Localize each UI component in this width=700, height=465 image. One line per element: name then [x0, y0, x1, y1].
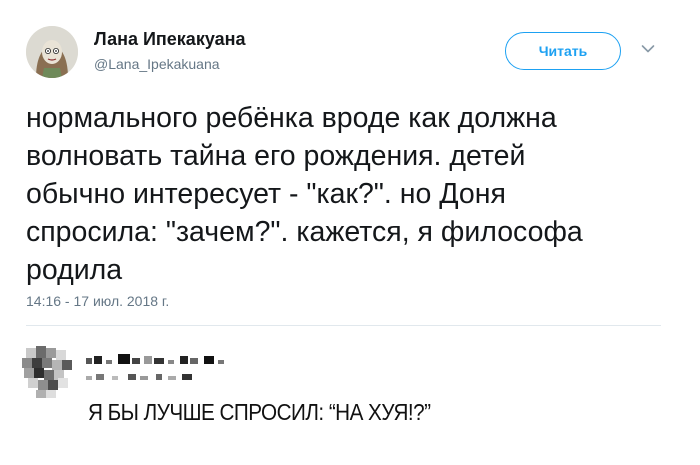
- tweet-timestamp[interactable]: 14:16 - 17 июл. 2018 г.: [26, 293, 169, 309]
- comment: Я БЫ ЛУЧШЕ СПРОСИЛ: “НА ХУЯ!?”: [0, 330, 700, 465]
- commenter-name-pixelated: [86, 354, 224, 380]
- tweet-card: Лана Ипекакуана @Lana_Ipekakuana Читать …: [0, 0, 700, 330]
- tweet-text-line: нормального ребёнка вроде как должна: [26, 102, 557, 134]
- tweet-text: нормального ребёнка вроде как должна вол…: [26, 99, 676, 289]
- avatar-illustration: [26, 26, 78, 78]
- author-avatar[interactable]: [26, 26, 78, 78]
- commenter-avatar-pixelated: [22, 346, 72, 398]
- chevron-down-icon[interactable]: [641, 44, 655, 54]
- tweet-text-line: обычно интересует - "как?". но Доня: [26, 178, 506, 210]
- divider: [26, 325, 661, 326]
- tweet-text-line: родила: [26, 254, 123, 286]
- comment-text: Я БЫ ЛУЧШЕ СПРОСИЛ: “НА ХУЯ!?”: [88, 399, 431, 425]
- author-handle[interactable]: @Lana_Ipekakuana: [94, 56, 220, 72]
- tweet-text-line: волновать тайна его рождения. детей: [26, 140, 526, 172]
- author-name[interactable]: Лана Ипекакуана: [94, 29, 246, 50]
- tweet-text-line: спросила: "зачем?". кажется, я философа: [26, 216, 583, 248]
- follow-button[interactable]: Читать: [505, 32, 621, 70]
